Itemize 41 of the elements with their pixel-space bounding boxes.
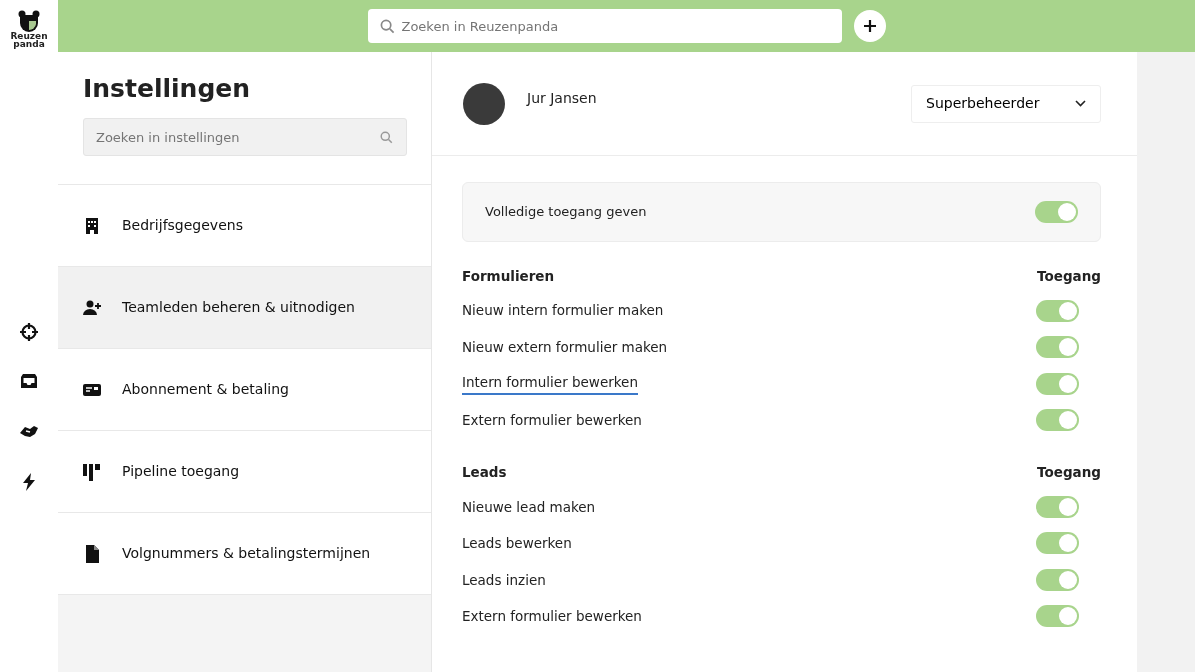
avatar (463, 82, 505, 125)
crosshair-icon (18, 322, 40, 343)
permission-label: Nieuwe lead maken (462, 497, 596, 517)
settings-menu-item[interactable]: Volgnummers & betalingstermijnen (58, 513, 431, 595)
search-icon (380, 131, 393, 144)
permission-label: Intern formulier bewerken (462, 372, 638, 395)
page-title: Instellingen (83, 74, 252, 104)
kanban-icon (82, 461, 102, 482)
toggle-switch[interactable] (1035, 201, 1078, 223)
settings-search-field[interactable]: Zoeken in instellingen (83, 118, 407, 156)
member-name: Jur Jansen (527, 89, 597, 108)
section-title: Leads (462, 463, 507, 483)
permission-label: Extern formulier bewerken (462, 410, 642, 430)
logo-text: panda (13, 40, 45, 49)
chevron-down-icon (1075, 100, 1086, 107)
toggle-switch[interactable] (1036, 605, 1079, 628)
full-access-label: Volledige toegang geven (485, 203, 647, 222)
toggle-switch[interactable] (1036, 532, 1079, 555)
role-dropdown[interactable]: Superbeheerder (911, 84, 1101, 123)
panda-logo-icon (17, 10, 41, 32)
section-title: Formulieren (462, 267, 555, 286)
toggle-switch[interactable] (1036, 372, 1079, 395)
toggle-switch[interactable] (1036, 495, 1079, 518)
toggle-switch[interactable] (1036, 299, 1079, 322)
logo-text: Reuzen (10, 32, 48, 41)
plus-icon (862, 19, 877, 33)
permission-label: Extern formulier bewerken (462, 607, 642, 627)
add-button[interactable] (853, 10, 886, 42)
settings-menu-item[interactable]: Pipeline toegang (58, 431, 431, 513)
permission-label: Leads inzien (462, 570, 546, 590)
column-header: Toegang (1037, 463, 1101, 483)
settings-menu-item[interactable]: Abonnement & betaling (58, 349, 431, 431)
column-header: Toegang (1037, 267, 1101, 286)
toggle-switch[interactable] (1036, 336, 1079, 358)
toggle-switch[interactable] (1036, 409, 1079, 431)
permission-label: Nieuw intern formulier maken (462, 301, 664, 321)
toggle-switch[interactable] (1036, 568, 1079, 591)
permission-label: Nieuw extern formulier maken (462, 337, 668, 357)
search-field[interactable]: Zoeken in Reuzenpanda (367, 9, 842, 43)
permission-label: Leads bewerken (462, 534, 572, 554)
settings-menu-item[interactable]: Bedrijfsgegevens (58, 185, 431, 267)
